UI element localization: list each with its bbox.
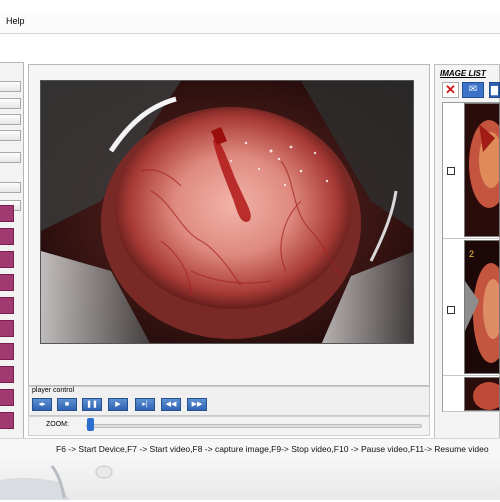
image-list-item[interactable]: [443, 377, 500, 412]
side-button-5[interactable]: [0, 152, 21, 163]
image-list-item[interactable]: [443, 103, 500, 239]
background-device-image: [0, 465, 113, 500]
player-control-label: player control: [32, 387, 75, 394]
thumbnail-image: 2: [465, 241, 499, 373]
menu-help[interactable]: Help: [6, 16, 25, 26]
mail-icon[interactable]: ✉: [462, 82, 484, 98]
preset-button-4[interactable]: [0, 274, 14, 291]
preset-button-10[interactable]: [0, 412, 14, 429]
preset-button-2[interactable]: [0, 228, 14, 245]
fast-forward-button[interactable]: ▶▶: [187, 398, 207, 411]
image-list-title: IMAGE LIST: [440, 69, 486, 78]
previous-button[interactable]: ◂▸: [32, 398, 52, 411]
zoom-label: ZOOM:: [46, 421, 69, 428]
zoom-slider-thumb[interactable]: [87, 418, 94, 431]
zoom-slider[interactable]: [86, 424, 422, 428]
desktop-background: [0, 460, 500, 500]
image-thumbnail[interactable]: [464, 103, 500, 237]
side-button-6[interactable]: [0, 182, 21, 193]
image-checkbox[interactable]: [447, 306, 455, 314]
save-icon[interactable]: ▇: [489, 82, 500, 98]
left-control-panel: [0, 62, 24, 442]
preset-button-6[interactable]: [0, 320, 14, 337]
stop-button[interactable]: ■: [57, 398, 77, 411]
play-button[interactable]: ▶: [108, 398, 128, 411]
side-button-2[interactable]: [0, 98, 21, 109]
close-icon[interactable]: ✕: [442, 82, 459, 98]
rewind-button[interactable]: ◀◀: [161, 398, 181, 411]
preset-button-8[interactable]: [0, 366, 14, 383]
image-list-item[interactable]: 2: [443, 240, 500, 376]
live-video-feed[interactable]: [40, 80, 414, 344]
preset-button-9[interactable]: [0, 389, 14, 406]
side-button-3[interactable]: [0, 114, 21, 125]
preset-button-5[interactable]: [0, 297, 14, 314]
image-thumbnail[interactable]: [464, 377, 500, 411]
svg-text:2: 2: [469, 249, 474, 259]
thumbnail-image: [465, 378, 499, 410]
thumbnail-image: [465, 104, 499, 236]
video-image: [41, 81, 413, 343]
pause-button[interactable]: ❚❚: [82, 398, 102, 411]
preset-button-3[interactable]: [0, 251, 14, 268]
preset-button-7[interactable]: [0, 343, 14, 360]
step-button[interactable]: ▸|: [135, 398, 155, 411]
image-thumbnail[interactable]: 2: [464, 240, 500, 374]
image-checkbox[interactable]: [447, 167, 455, 175]
menu-bar: Help: [0, 12, 500, 34]
preset-button-1[interactable]: [0, 205, 14, 222]
side-button-1[interactable]: [0, 81, 21, 92]
shortcut-hint-text: F6 -> Start Device,F7 -> Start video,F8 …: [56, 444, 489, 454]
side-button-4[interactable]: [0, 130, 21, 141]
